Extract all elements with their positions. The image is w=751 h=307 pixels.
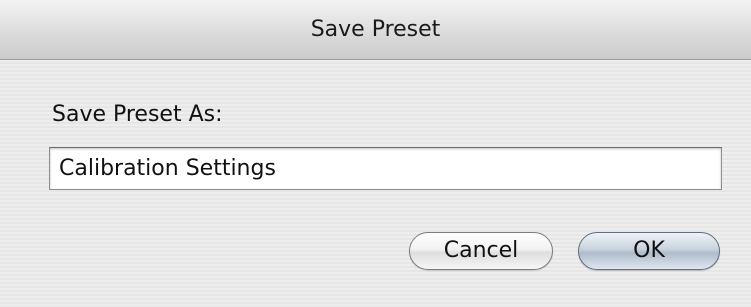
dialog-titlebar: Save Preset bbox=[0, 0, 751, 60]
cancel-button[interactable]: Cancel bbox=[409, 232, 553, 270]
preset-name-label: Save Preset As: bbox=[52, 102, 223, 127]
preset-name-input[interactable] bbox=[49, 147, 722, 190]
dialog-title: Save Preset bbox=[310, 17, 441, 42]
save-preset-dialog: Save Preset Save Preset As: Cancel OK bbox=[0, 0, 751, 307]
ok-button[interactable]: OK bbox=[578, 232, 720, 270]
